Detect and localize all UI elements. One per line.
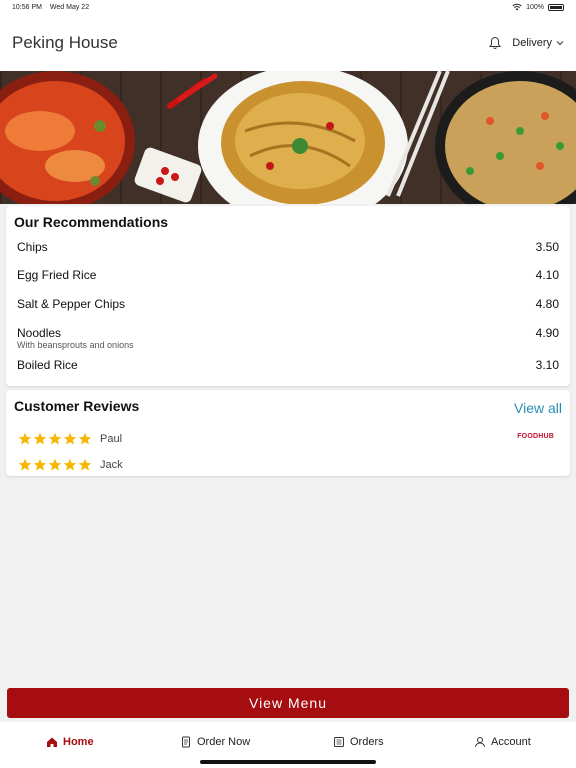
tab-label: Orders [350,736,384,748]
star-icon [78,458,92,471]
recommendation-item[interactable]: Boiled Rice 3.10 [17,358,559,374]
star-rating [18,432,92,446]
food-banner-art [0,71,576,204]
reviewer-name: Jack [100,459,123,471]
star-icon [18,432,32,445]
restaurant-title: Peking House [12,32,118,52]
battery-percent: 100% [526,3,544,11]
status-left: 10:56 PM Wed May 22 [12,4,95,11]
star-icon [48,432,62,445]
recommendations-title: Our Recommendations [14,214,169,230]
recommendation-item[interactable]: Egg Fried Rice 4.10 [17,268,559,284]
star-rating [18,458,92,472]
foodhub-logo: FOODHUB [517,433,554,440]
chevron-down-icon [556,40,564,45]
tab-orders[interactable]: Orders [333,736,384,748]
account-icon [475,737,485,748]
wifi-icon [512,3,522,11]
item-price: 4.80 [535,297,559,311]
home-indicator[interactable] [200,760,376,764]
orders-icon [334,737,344,747]
item-description: With beansprouts and onions [17,340,134,350]
item-price: 3.50 [535,240,559,254]
reviews-card: Customer Reviews View all FOODHUB Paul J… [6,390,570,476]
tab-home[interactable]: Home [46,736,94,748]
star-icon [63,432,77,445]
item-name: Salt & Pepper Chips [17,297,126,311]
home-icon [47,737,57,747]
battery-icon [548,3,564,11]
status-right: 100% [512,3,564,11]
status-date: Wed May 22 [49,3,90,11]
star-icon [78,432,92,445]
tab-label: Order Now [197,736,251,748]
status-bar: 10:56 PM Wed May 22 100% [0,0,576,14]
star-icon [33,458,47,471]
tab-order-now[interactable]: Order Now [180,736,250,748]
star-icon [63,458,77,471]
delivery-mode-label: Delivery [512,36,552,49]
tab-label: Account [491,736,531,748]
header-actions: Delivery [488,36,564,50]
star-icon [18,458,32,471]
item-name: Egg Fried Rice [17,268,97,282]
view-menu-button[interactable]: View Menu [7,688,569,718]
view-all-reviews-link[interactable]: View all [514,400,562,416]
reviews-title: Customer Reviews [14,398,140,414]
delivery-mode-select[interactable]: Delivery [512,37,564,49]
item-name: Chips [17,240,48,254]
item-price: 4.90 [535,326,559,340]
reviewer-name: Paul [100,433,123,445]
item-price: 4.10 [535,268,559,282]
item-price: 3.10 [535,358,559,372]
tab-account[interactable]: Account [474,736,531,748]
star-icon [33,432,47,445]
app-header: Peking House Delivery [0,14,576,71]
review-item: Jack [18,458,123,472]
food-banner-image [0,71,576,204]
recommendations-card: Our Recommendations Chips 3.50 Egg Fried… [6,206,570,386]
status-time: 10:56 PM [12,3,42,11]
review-item: Paul [18,432,122,446]
recommendation-item[interactable]: Salt & Pepper Chips 4.80 [17,297,559,313]
tab-label: Home [63,736,94,748]
order-icon [182,736,190,748]
star-icon [48,458,62,471]
item-name: Noodles [17,326,62,340]
recommendation-item[interactable]: Chips 3.50 [17,240,559,256]
item-name: Boiled Rice [17,358,78,372]
bell-icon[interactable] [488,36,502,50]
recommendation-item[interactable]: Noodles 4.90 With beansprouts and onions [17,326,559,352]
